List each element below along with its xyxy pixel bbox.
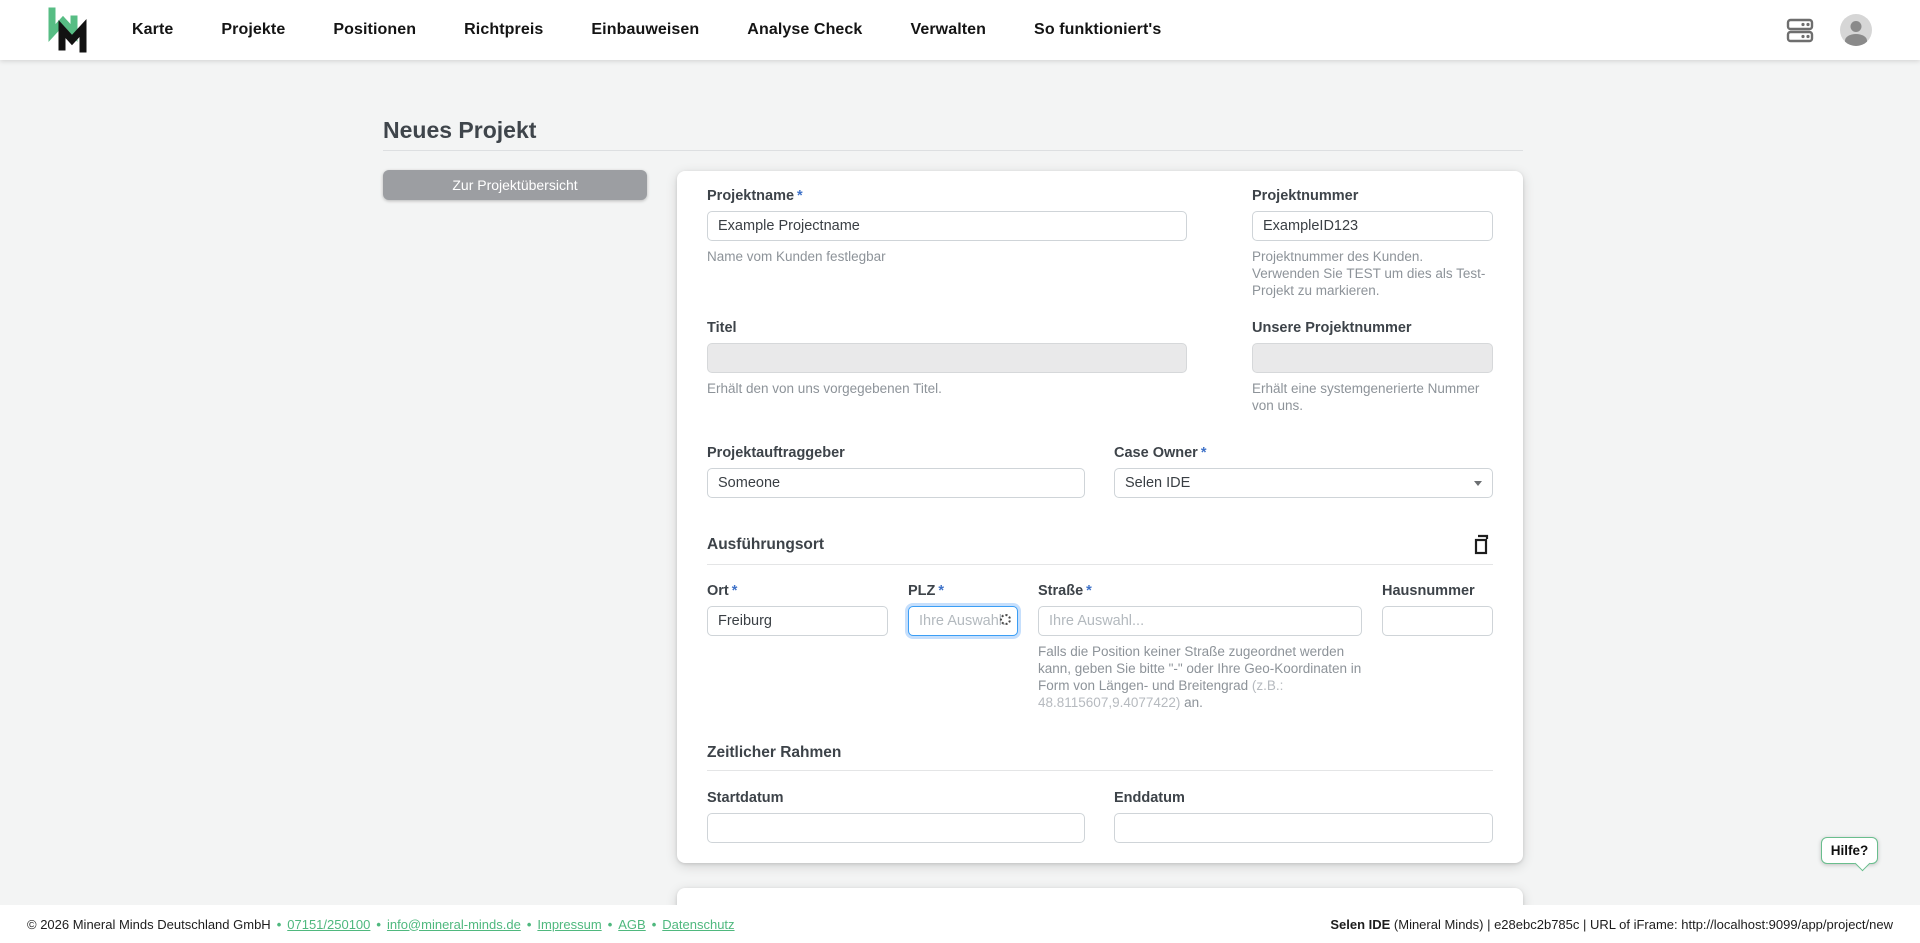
projektname-helper: Name vom Kunden festlegbar [707, 248, 1187, 265]
row-datum-fields: Startdatum Enddatum [707, 789, 1493, 843]
field-enddatum: Enddatum [1114, 789, 1493, 843]
footer-separator: • [376, 917, 381, 932]
case-owner-label: Case Owner* [1114, 444, 1493, 462]
nav-item-einbauweisen[interactable]: Einbauweisen [591, 21, 699, 39]
field-plz: PLZ* [908, 582, 1018, 711]
nav-item-analyse-check[interactable]: Analyse Check [747, 21, 862, 39]
help-button[interactable]: Hilfe? [1821, 837, 1878, 864]
section-ausfuehrungsort-header: Ausführungsort [707, 534, 1493, 556]
ort-label: Ort* [707, 582, 888, 600]
copy-icon[interactable] [1471, 534, 1493, 556]
footer-separator: • [652, 917, 657, 932]
required-marker: * [1201, 445, 1207, 461]
titel-input [707, 343, 1187, 373]
case-owner-select[interactable]: Selen IDE [1114, 468, 1493, 498]
new-project-form-card: Projektname* Name vom Kunden festlegbar … [677, 171, 1523, 863]
nav-item-positionen[interactable]: Positionen [333, 21, 416, 39]
nav-item-so-funktionierts[interactable]: So funktioniert's [1034, 21, 1161, 39]
projektauftraggeber-input[interactable] [707, 468, 1085, 498]
copyright-text: © 2026 Mineral Minds Deutschland GmbH [27, 917, 271, 932]
back-to-project-overview-button[interactable]: Zur Projektübersicht [383, 170, 647, 200]
nav-item-verwalten[interactable]: Verwalten [910, 21, 986, 39]
field-unsere-projektnummer: Unsere Projektnummer Erhält eine systemg… [1252, 319, 1493, 414]
required-marker: * [1086, 583, 1092, 599]
row-auftraggeber-caseowner: Projektauftraggeber Case Owner* Selen ID… [707, 444, 1493, 498]
nav-item-karte[interactable]: Karte [132, 21, 173, 39]
section-ausfuehrungsort-title: Ausführungsort [707, 536, 824, 554]
strasse-input[interactable] [1038, 606, 1362, 636]
user-avatar-icon[interactable] [1840, 14, 1872, 46]
nav-right-icons [1786, 14, 1872, 46]
server-icon[interactable] [1786, 17, 1814, 43]
avatar-head [1851, 21, 1862, 32]
top-nav: Karte Projekte Positionen Richtpreis Ein… [0, 0, 1920, 60]
plz-input-wrapper [908, 600, 1018, 636]
mineral-minds-logo[interactable] [46, 7, 94, 53]
field-projektname: Projektname* Name vom Kunden festlegbar [707, 187, 1187, 299]
unsere-projektnummer-input [1252, 343, 1493, 373]
loading-spinner-icon [1000, 614, 1011, 625]
section-zeitlicher-rahmen-title: Zeitlicher Rahmen [707, 744, 841, 762]
session-details: (Mineral Minds) | e28ebc2b785c | URL of … [1390, 917, 1893, 932]
row-titel-unsere-projektnummer: Titel Erhält den von uns vorgegebenen Ti… [707, 319, 1493, 414]
nav-item-projekte[interactable]: Projekte [221, 21, 285, 39]
title-divider [383, 150, 1523, 151]
footer-session-info: Selen IDE (Mineral Minds) | e28ebc2b785c… [1330, 917, 1893, 932]
titel-label: Titel [707, 319, 1187, 337]
row-ausfuehrungsort-fields: Ort* PLZ* Straße* Falls die Position kei… [707, 582, 1493, 711]
projektname-input[interactable] [707, 211, 1187, 241]
footer-separator: • [277, 917, 282, 932]
field-case-owner: Case Owner* Selen IDE [1114, 444, 1493, 498]
projektname-label: Projektname* [707, 187, 1187, 205]
unsere-projektnummer-label: Unsere Projektnummer [1252, 319, 1493, 337]
enddatum-input[interactable] [1114, 813, 1493, 843]
footer-left: © 2026 Mineral Minds Deutschland GmbH • … [27, 917, 735, 932]
footer-link-phone[interactable]: 07151/250100 [287, 917, 370, 932]
footer-link-datenschutz[interactable]: Datenschutz [662, 917, 734, 932]
field-hausnummer: Hausnummer [1382, 582, 1493, 711]
hausnummer-input[interactable] [1382, 606, 1493, 636]
startdatum-input[interactable] [707, 813, 1085, 843]
case-owner-selected-value: Selen IDE [1125, 475, 1190, 491]
footer-link-agb[interactable]: AGB [618, 917, 645, 932]
strasse-helper: Falls die Position keiner Straße zugeord… [1038, 643, 1362, 711]
footer-separator: • [527, 917, 532, 932]
required-marker: * [938, 583, 944, 599]
field-projektauftraggeber: Projektauftraggeber [707, 444, 1085, 498]
required-marker: * [797, 188, 803, 204]
startdatum-label: Startdatum [707, 789, 1085, 807]
field-ort: Ort* [707, 582, 888, 711]
strasse-label: Straße* [1038, 582, 1362, 600]
projektnummer-label: Projektnummer [1252, 187, 1493, 205]
plz-label: PLZ* [908, 582, 1018, 600]
nav-item-richtpreis[interactable]: Richtpreis [464, 21, 543, 39]
ort-input[interactable] [707, 606, 888, 636]
footer-link-email[interactable]: info@mineral-minds.de [387, 917, 521, 932]
chevron-down-icon [1474, 481, 1482, 486]
field-titel: Titel Erhält den von uns vorgegebenen Ti… [707, 319, 1187, 414]
field-startdatum: Startdatum [707, 789, 1085, 843]
main-nav: Karte Projekte Positionen Richtpreis Ein… [132, 21, 1161, 39]
projektnummer-helper: Projektnummer des Kunden. Verwenden Sie … [1252, 248, 1493, 299]
page-title: Neues Projekt [383, 117, 536, 144]
titel-helper: Erhält den von uns vorgegebenen Titel. [707, 380, 1187, 397]
section-divider [707, 564, 1493, 565]
avatar-shoulders [1845, 34, 1867, 46]
unsere-projektnummer-helper: Erhält eine systemgenerierte Nummer von … [1252, 380, 1493, 414]
projektauftraggeber-label: Projektauftraggeber [707, 444, 1085, 462]
footer-link-impressum[interactable]: Impressum [537, 917, 601, 932]
enddatum-label: Enddatum [1114, 789, 1493, 807]
footer-separator: • [608, 917, 613, 932]
projektnummer-input[interactable] [1252, 211, 1493, 241]
hausnummer-label: Hausnummer [1382, 582, 1493, 600]
session-user: Selen IDE [1330, 917, 1390, 932]
field-strasse: Straße* Falls die Position keiner Straße… [1038, 582, 1362, 711]
field-projektnummer: Projektnummer Projektnummer des Kunden. … [1252, 187, 1493, 299]
required-marker: * [732, 583, 738, 599]
section-divider [707, 770, 1493, 771]
row-projektname-projektnummer: Projektname* Name vom Kunden festlegbar … [707, 187, 1493, 299]
section-zeitlicher-rahmen-header: Zeitlicher Rahmen [707, 744, 1493, 762]
footer: © 2026 Mineral Minds Deutschland GmbH • … [0, 905, 1920, 943]
